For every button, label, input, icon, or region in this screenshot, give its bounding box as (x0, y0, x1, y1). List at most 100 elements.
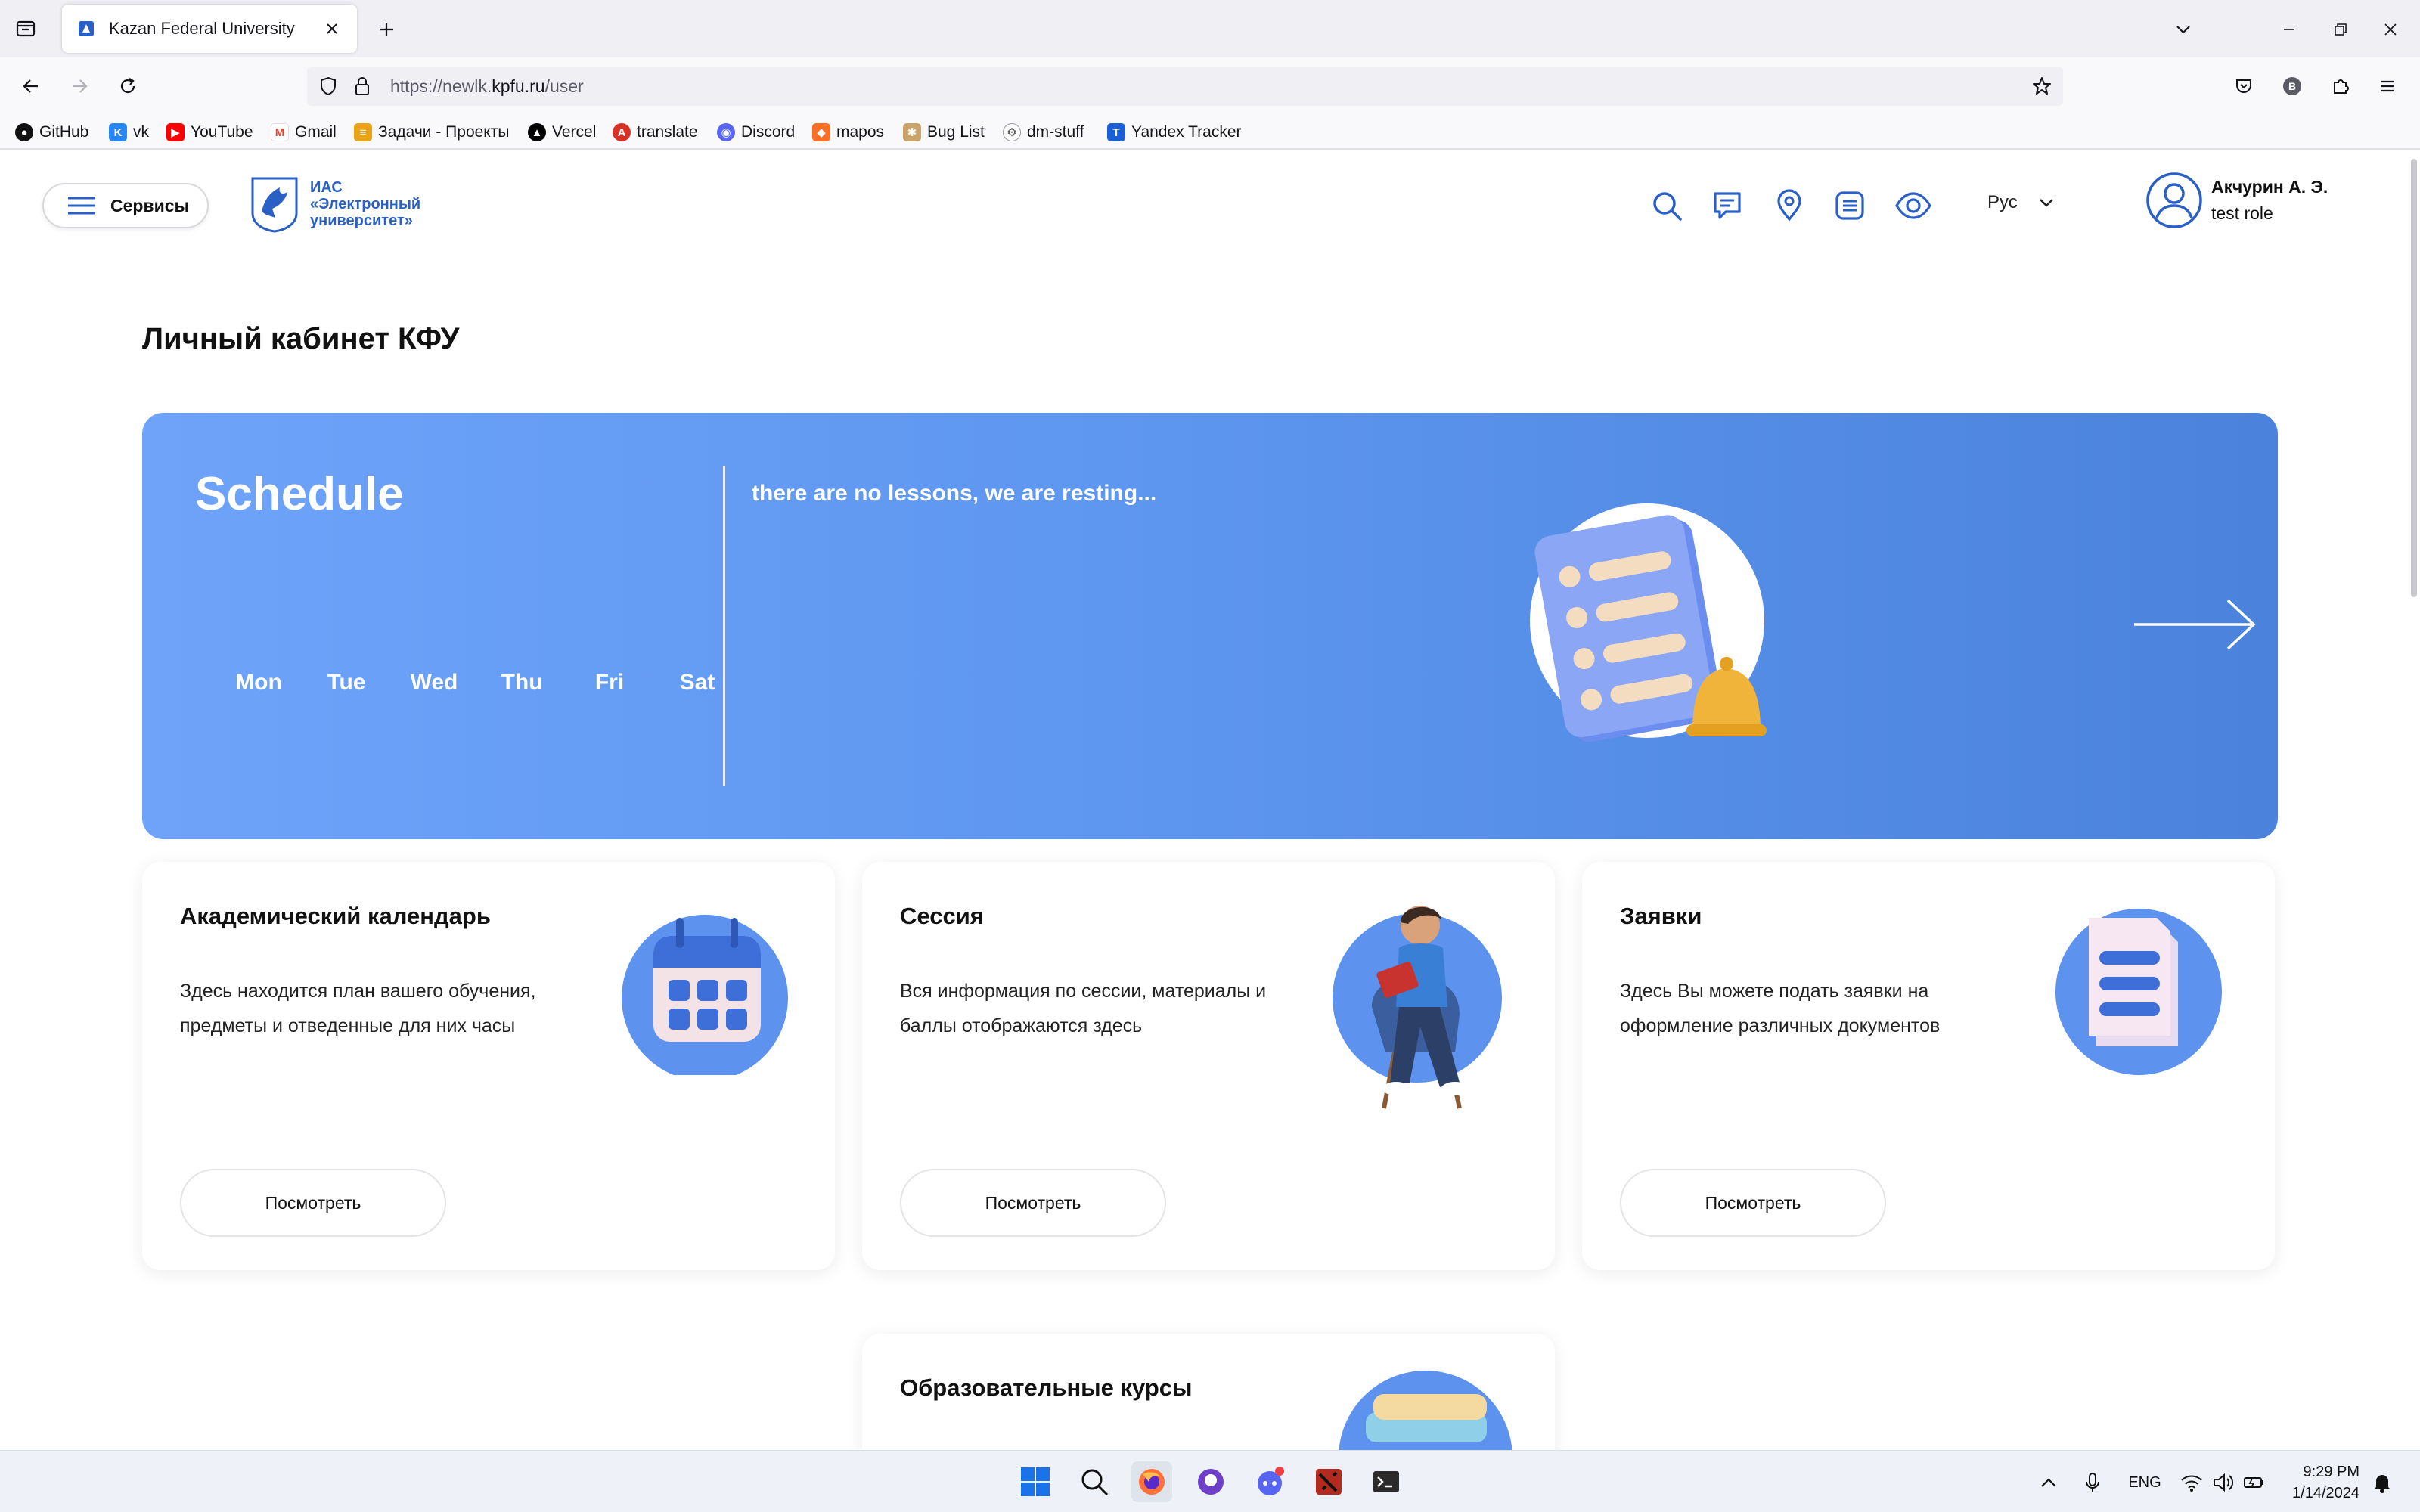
tray-overflow-button[interactable] (2037, 1469, 2060, 1496)
card-title: Академический календарь (180, 903, 491, 929)
view-button[interactable]: Посмотреть (180, 1169, 446, 1237)
list-button[interactable] (1829, 184, 1871, 227)
tray-battery[interactable] (2242, 1469, 2266, 1496)
taskbar-clock[interactable]: 9:29 PM 1/14/2024 (2269, 1461, 2360, 1504)
firefox-icon (1139, 1469, 1165, 1495)
plus-icon (380, 23, 393, 36)
taskbar-terminal[interactable] (1366, 1461, 1407, 1502)
day-wed[interactable]: Wed (390, 670, 478, 696)
card-applications: Заявки Здесь Вы можете подать заявки на … (1582, 862, 2275, 1270)
view-button[interactable]: Посмотреть (1620, 1169, 1886, 1237)
documents-icon (2055, 909, 2222, 1075)
language-selector[interactable]: Рус (1987, 192, 2054, 213)
card-academic-calendar: Академический календарь Здесь находится … (142, 862, 835, 1270)
extensions-button[interactable] (2325, 70, 2356, 102)
bookmark-discord[interactable]: ◉ Discord (717, 121, 795, 144)
day-thu[interactable]: Thu (478, 670, 566, 696)
schedule-title: Schedule (195, 468, 404, 520)
bookmark-bug-list[interactable]: ✱ Bug List (903, 121, 985, 144)
tray-notifications[interactable] (2369, 1469, 2396, 1496)
chevron-up-icon (2041, 1478, 2056, 1487)
back-button[interactable] (15, 70, 47, 102)
tray-wifi[interactable] (2180, 1469, 2204, 1496)
account-button[interactable]: B (2276, 70, 2308, 102)
bookmark-translate[interactable]: Atranslate (613, 121, 698, 144)
taskbar-search-button[interactable] (1074, 1461, 1115, 1502)
tray-volume[interactable] (2211, 1469, 2235, 1496)
search-icon (1653, 192, 1682, 221)
bookmarks-bar: ● GitHub Kvk ▶ YouTube M Gmail ≡ Задачи - Пр… (0, 115, 2420, 150)
services-button[interactable]: Сервисы (42, 183, 209, 228)
card-educational-courses: Образовательные курсы (862, 1334, 1555, 1450)
list-icon (1835, 191, 1864, 220)
browser-tab-active[interactable]: Kazan Federal University (62, 5, 357, 53)
view-button[interactable]: Посмотреть (900, 1169, 1166, 1237)
day-mon[interactable]: Mon (215, 670, 302, 696)
day-fri[interactable]: Fri (566, 670, 653, 696)
schedule-next-arrow-icon[interactable] (2131, 594, 2260, 655)
bookmark-tasks[interactable]: ≡ Задачи - Проекты (354, 121, 509, 144)
tray-language[interactable]: ENG (2124, 1469, 2166, 1496)
taskbar-github-desktop[interactable] (1190, 1461, 1231, 1502)
logo-text: ИАС «Электронный университет» (310, 179, 421, 229)
terminal-icon (1373, 1471, 1399, 1492)
card-description: Вся информация по сессии, материалы и ба… (900, 981, 1267, 1036)
pocket-button[interactable] (2228, 70, 2260, 102)
arrow-left-icon (23, 79, 38, 93)
pocket-icon (2236, 79, 2251, 93)
start-button[interactable] (1015, 1461, 1056, 1502)
user-role: test role (2211, 203, 2273, 223)
card-session: Сессия Вся информация по сессии, материа… (862, 862, 1555, 1270)
bookmark-dm-stuff[interactable]: ⚙ dm-stuff (1003, 121, 1084, 144)
messages-button[interactable] (1706, 184, 1748, 227)
bookmark-yandex-tracker[interactable]: T Yandex Tracker (1107, 121, 1242, 144)
accessibility-button[interactable] (1892, 184, 1934, 227)
bookmark-vk[interactable]: Kvk (109, 121, 149, 144)
day-tue[interactable]: Tue (302, 670, 390, 696)
kfu-favicon-icon (76, 18, 97, 39)
day-sat[interactable]: Sat (653, 670, 741, 696)
new-tab-button[interactable] (371, 14, 402, 45)
taskbar-firefox[interactable] (1131, 1461, 1172, 1502)
tab-list-button[interactable] (11, 14, 41, 44)
wifi-icon (2181, 1475, 2202, 1492)
bookmark-mapos[interactable]: ◆ mapos (812, 121, 884, 144)
user-profile[interactable]: Акчурин А. Э. test role (2145, 171, 2328, 230)
url-text: https://newlk.kpfu.ru/user (390, 76, 584, 96)
close-window-button[interactable] (2375, 14, 2406, 45)
kfu-emblem-icon (251, 177, 298, 233)
language-label: Рус (1987, 192, 2018, 212)
bookmark-gmail[interactable]: M Gmail (271, 121, 337, 144)
restore-icon (2335, 23, 2347, 36)
bookmark-youtube[interactable]: ▶ YouTube (166, 121, 253, 144)
tray-microphone[interactable] (2081, 1469, 2104, 1496)
restore-button[interactable] (2325, 14, 2356, 45)
reload-button[interactable] (112, 70, 144, 102)
star-icon[interactable] (2031, 76, 2052, 97)
schedule-illustration (1530, 503, 1767, 742)
bookmark-github[interactable]: ● GitHub (15, 121, 88, 144)
svg-text:B: B (2288, 80, 2296, 92)
translate-icon: A (613, 123, 631, 141)
tab-overflow-button[interactable] (2167, 14, 2199, 45)
bookmark-vercel[interactable]: ▲ Vercel (528, 121, 596, 144)
site-logo[interactable]: ИАС «Электронный университет» (250, 175, 420, 233)
schedule-message: there are no lessons, we are resting... (752, 481, 1157, 506)
page-title: Личный кабинет КФУ (142, 322, 460, 355)
browser-tab-bar: Kazan Federal University (0, 0, 2420, 57)
gear-icon: ⚙ (1003, 123, 1021, 141)
location-icon (1777, 189, 1801, 222)
address-bar[interactable]: https://newlk.kpfu.ru/user (307, 67, 2063, 106)
search-button[interactable] (1646, 184, 1688, 227)
discord-icon (1258, 1467, 1284, 1495)
location-button[interactable] (1768, 184, 1810, 227)
student-reading-illustration (1333, 906, 1502, 1109)
tab-close-icon[interactable] (321, 17, 343, 40)
taskbar-discord[interactable] (1249, 1461, 1290, 1502)
taskbar-dota[interactable] (1308, 1461, 1349, 1502)
forward-button[interactable] (64, 70, 95, 102)
menu-button[interactable] (2372, 70, 2403, 102)
vercel-icon: ▲ (528, 123, 546, 141)
minimize-button[interactable] (2273, 14, 2305, 45)
page-scrollbar[interactable] (2411, 159, 2417, 597)
